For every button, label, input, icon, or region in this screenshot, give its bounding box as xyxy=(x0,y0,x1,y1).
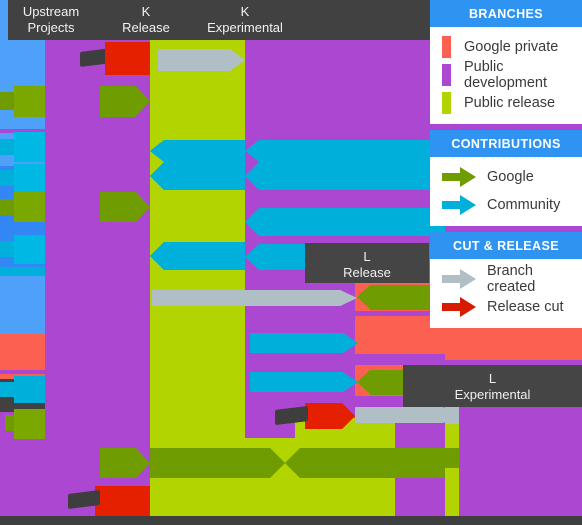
upstream-community-block xyxy=(14,164,45,192)
release-cut-arrow xyxy=(305,403,355,429)
legend-title-contributions: CONTRIBUTIONS xyxy=(430,130,582,157)
color-swatch-icon xyxy=(442,64,451,86)
header-label-k-experimental: K Experimental xyxy=(207,4,283,35)
upstream-segment xyxy=(0,267,45,276)
legend-label: Google private xyxy=(464,39,559,55)
arrow-right-icon xyxy=(442,297,476,317)
legend-item-branch-created: Branch created xyxy=(430,263,582,295)
color-swatch-icon xyxy=(442,36,451,58)
legend-title-cut-and-release: CUT & RELEASE xyxy=(430,232,582,259)
legend-label: Public development xyxy=(464,59,548,91)
branch-created-arrow xyxy=(158,49,245,71)
l-experimental-band xyxy=(445,330,582,360)
community-contribution-arrow xyxy=(250,372,358,392)
google-contribution-arrow xyxy=(100,86,150,117)
community-contribution-arrow-left xyxy=(245,162,445,190)
google-contribution-arrow xyxy=(100,192,150,222)
community-contribution-arrow-left xyxy=(245,140,445,162)
legend-label: Community xyxy=(487,197,561,213)
header-label-k-release: K Release xyxy=(122,4,170,35)
callout-l-experimental: L Experimental xyxy=(403,365,582,407)
l-release-purple-gap xyxy=(355,354,445,365)
google-contribution-arrow xyxy=(150,448,285,478)
legend-label: Public release xyxy=(464,95,556,111)
arrow-right-icon xyxy=(442,269,476,289)
arrow-right-icon xyxy=(442,195,476,215)
header-bar: Upstream Projects K Release K Experiment… xyxy=(8,0,432,40)
arrow-right-icon xyxy=(442,167,476,187)
community-contribution-arrow-left xyxy=(150,140,245,162)
legend-item-google: Google xyxy=(430,163,582,191)
release-cut-arrow xyxy=(105,47,150,71)
legend-section-cut-and-release: CUT & RELEASE Branch created Release cut xyxy=(430,232,582,328)
community-contribution-arrow xyxy=(250,333,358,353)
l-experimental-chip xyxy=(445,448,459,468)
legend-item-google-private: Google private xyxy=(430,33,582,61)
upstream-segment xyxy=(0,334,45,370)
legend-label: Branch created xyxy=(487,263,536,295)
legend-item-public-development: Public development xyxy=(430,59,582,91)
legend-title-branches: BRANCHES xyxy=(430,0,582,27)
legend-body-cut-and-release: Branch created Release cut xyxy=(430,259,582,328)
upstream-community-block xyxy=(14,235,45,264)
legend-item-public-release: Public release xyxy=(430,89,582,117)
upstream-community-block xyxy=(14,132,45,162)
upstream-community-block xyxy=(14,376,45,403)
bottom-bar xyxy=(0,516,582,525)
legend-label: Release cut xyxy=(487,299,564,315)
legend-panel: BRANCHES Google private Public developme… xyxy=(430,0,582,328)
l-experimental-band xyxy=(445,407,582,516)
upstream-google-block xyxy=(14,409,45,439)
column-k-release xyxy=(45,0,150,525)
upstream-google-block xyxy=(14,86,45,117)
legend-item-release-cut: Release cut xyxy=(430,293,582,321)
google-contribution-arrow xyxy=(100,448,150,478)
branch-created-arrow xyxy=(355,407,459,423)
l-experimental-chip xyxy=(445,424,459,448)
callout-l-release: L Release xyxy=(305,243,429,283)
community-contribution-arrow-left xyxy=(245,208,445,236)
l-experimental-chip xyxy=(445,468,459,516)
branch-created-arrow xyxy=(152,290,357,306)
legend-body-branches: Google private Public development Public… xyxy=(430,27,582,124)
diagram-canvas: Upstream Projects K Release K Experiment… xyxy=(0,0,582,525)
legend-section-branches: BRANCHES Google private Public developme… xyxy=(430,0,582,124)
upstream-segment xyxy=(0,276,45,334)
legend-section-contributions: CONTRIBUTIONS Google Community xyxy=(430,130,582,226)
community-contribution-arrow-left xyxy=(150,162,245,190)
google-contribution-arrow-left xyxy=(285,448,445,478)
legend-label: Google xyxy=(487,169,534,185)
k-release-red-band xyxy=(95,486,150,516)
upstream-google-block xyxy=(14,192,45,222)
legend-body-contributions: Google Community xyxy=(430,157,582,226)
header-label-upstream-projects: Upstream Projects xyxy=(22,4,80,35)
legend-item-community: Community xyxy=(430,191,582,219)
community-contribution-arrow-left xyxy=(150,242,245,270)
color-swatch-icon xyxy=(442,92,451,114)
